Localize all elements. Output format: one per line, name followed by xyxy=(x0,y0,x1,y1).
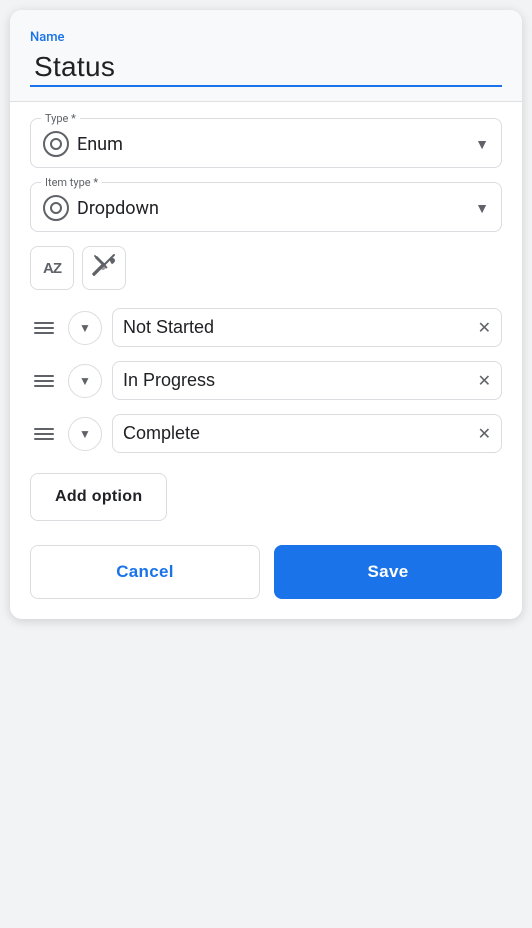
option-row: ▼ ✕ xyxy=(30,361,502,400)
option-row: ▼ ✕ xyxy=(30,308,502,347)
clear-option-icon[interactable]: ✕ xyxy=(478,318,491,337)
type-circle-icon xyxy=(43,131,69,157)
no-color-icon xyxy=(92,253,116,283)
no-color-button[interactable] xyxy=(82,246,126,290)
type-dropdown-arrow: ▼ xyxy=(475,136,489,153)
sort-az-button[interactable]: AZ xyxy=(30,246,74,290)
drag-handle[interactable] xyxy=(30,318,58,338)
color-picker-button[interactable]: ▼ xyxy=(68,364,102,398)
icons-row: AZ xyxy=(30,246,502,290)
item-type-dropdown-arrow: ▼ xyxy=(475,200,489,217)
option-input-wrapper: ✕ xyxy=(112,414,502,453)
clear-option-icon[interactable]: ✕ xyxy=(478,424,491,443)
item-type-value: Dropdown xyxy=(77,198,467,219)
drag-handle[interactable] xyxy=(30,371,58,391)
drag-handle[interactable] xyxy=(30,424,58,444)
item-type-field[interactable]: Item type * Dropdown ▼ xyxy=(30,182,502,232)
item-type-circle-icon xyxy=(43,195,69,221)
type-label: Type * xyxy=(41,112,80,125)
option-input-wrapper: ✕ xyxy=(112,308,502,347)
type-field[interactable]: Type * Enum ▼ xyxy=(30,118,502,168)
color-picker-button[interactable]: ▼ xyxy=(68,311,102,345)
option-row: ▼ ✕ xyxy=(30,414,502,453)
options-list: ▼ ✕ ▼ ✕ ▼ xyxy=(30,308,502,453)
option-input[interactable] xyxy=(123,317,472,338)
item-type-label: Item type * xyxy=(41,176,102,189)
bottom-buttons: Cancel Save xyxy=(30,545,502,599)
type-value: Enum xyxy=(77,134,467,155)
name-input[interactable] xyxy=(30,49,502,87)
name-section: Name xyxy=(10,10,522,102)
chevron-down-icon: ▼ xyxy=(79,427,91,441)
color-picker-button[interactable]: ▼ xyxy=(68,417,102,451)
chevron-down-icon: ▼ xyxy=(79,374,91,388)
clear-option-icon[interactable]: ✕ xyxy=(478,371,491,390)
item-type-select-row: Dropdown ▼ xyxy=(43,195,489,221)
option-input-wrapper: ✕ xyxy=(112,361,502,400)
option-input[interactable] xyxy=(123,423,472,444)
type-select-row: Enum ▼ xyxy=(43,131,489,157)
cancel-button[interactable]: Cancel xyxy=(30,545,260,599)
form-card: Name Type * Enum ▼ Item type * Dropdown … xyxy=(10,10,522,619)
name-label: Name xyxy=(30,30,502,45)
add-option-button[interactable]: Add option xyxy=(30,473,167,521)
save-button[interactable]: Save xyxy=(274,545,502,599)
form-body: Type * Enum ▼ Item type * Dropdown ▼ AZ xyxy=(10,102,522,619)
chevron-down-icon: ▼ xyxy=(79,321,91,335)
az-icon: AZ xyxy=(43,260,61,277)
option-input[interactable] xyxy=(123,370,472,391)
